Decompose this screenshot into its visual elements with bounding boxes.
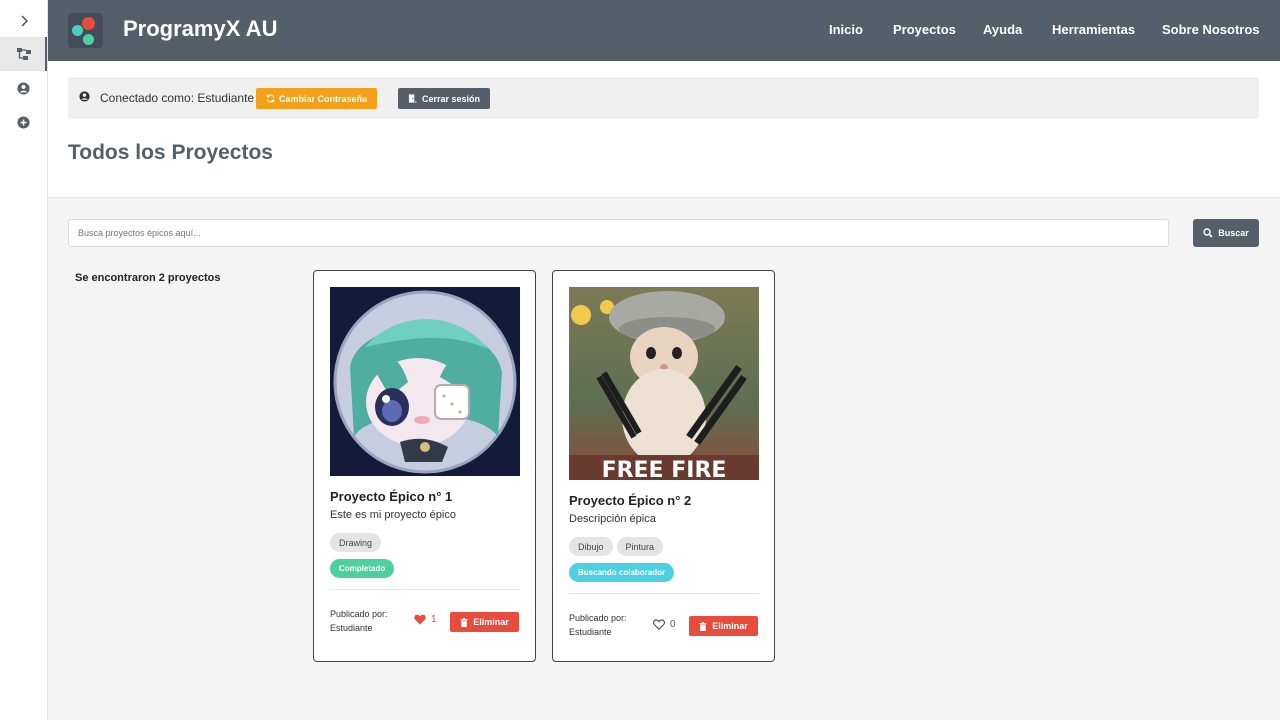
card-divider — [330, 589, 520, 590]
project-tag: Dibujo — [569, 537, 613, 556]
logout-label: Cerrar sesión — [422, 93, 481, 104]
session-status: Conectado como: Estudiante — [100, 91, 255, 105]
project-tags: Drawing — [330, 533, 382, 552]
project-description: Este es mi proyecto épico — [330, 509, 456, 521]
sitemap-icon — [16, 48, 31, 60]
trash-icon — [699, 621, 707, 631]
search-input[interactable] — [68, 219, 1169, 247]
published-label: Publicado por: — [330, 609, 388, 619]
project-card: FREE FIRE Proyecto Épico n° 2 Descripció… — [552, 270, 775, 662]
sidebar-item-profile[interactable] — [0, 71, 47, 105]
card-divider — [569, 593, 759, 594]
results-count: Se encontraron 2 proyectos — [75, 272, 221, 284]
search-icon — [1203, 228, 1213, 238]
like-count: 1 — [431, 614, 437, 625]
trash-icon — [460, 617, 468, 627]
like-count: 0 — [670, 619, 676, 630]
project-author: Publicado por: Estudiante — [569, 611, 627, 639]
session-bar: Conectado como: Estudiante Cambiar Contr… — [68, 77, 1259, 119]
nav-link-ayuda[interactable]: Ayuda — [983, 22, 1022, 37]
door-icon — [408, 94, 417, 103]
project-title[interactable]: Proyecto Épico n° 1 — [330, 489, 452, 504]
project-description: Descripción épica — [569, 513, 656, 525]
nav-link-proyectos[interactable]: Proyectos — [893, 22, 956, 37]
expand-sidebar-button[interactable] — [0, 4, 47, 38]
sidebar-item-add[interactable] — [0, 105, 47, 139]
sync-icon — [266, 94, 275, 103]
published-label: Publicado por: — [569, 613, 627, 623]
status-badge: Buscando colaborador — [569, 563, 675, 582]
logout-button[interactable]: Cerrar sesión — [398, 88, 491, 109]
nav-link-sobre-nosotros[interactable]: Sobre Nosotros — [1162, 22, 1260, 37]
change-password-label: Cambiar Contraseña — [279, 93, 368, 104]
delete-label: Eliminar — [712, 621, 748, 631]
like-button[interactable]: 0 — [653, 619, 676, 630]
project-image-anime[interactable] — [330, 287, 520, 476]
brand-name[interactable]: ProgramyX AU — [123, 16, 277, 42]
search-button-label: Buscar — [1218, 228, 1249, 238]
app-logo[interactable] — [68, 13, 103, 48]
delete-button[interactable]: Eliminar — [450, 612, 519, 632]
chevron-right-icon — [20, 15, 28, 27]
page-title: Todos los Proyectos — [68, 141, 273, 164]
user-circle-icon — [79, 91, 90, 102]
project-title[interactable]: Proyecto Épico n° 2 — [569, 493, 691, 508]
heart-outline-icon — [653, 619, 665, 630]
delete-label: Eliminar — [473, 617, 509, 627]
sidebar-item-projects[interactable] — [0, 37, 47, 71]
logo-dot-red — [82, 17, 95, 30]
plus-circle-icon — [17, 115, 30, 129]
logo-dot-teal — [72, 25, 83, 36]
nav-link-inicio[interactable]: Inicio — [829, 22, 863, 37]
project-card: Proyecto Épico n° 1 Este es mi proyecto … — [313, 270, 536, 662]
author-name: Estudiante — [569, 627, 612, 637]
project-tags: Dibujo Pintura — [569, 537, 664, 556]
left-sidebar — [0, 0, 48, 720]
project-author: Publicado por: Estudiante — [330, 607, 388, 635]
project-tag: Drawing — [330, 533, 382, 552]
top-navbar: ProgramyX AU Inicio Proyectos Ayuda Herr… — [48, 0, 1280, 61]
project-tag: Pintura — [616, 537, 664, 556]
image-caption: FREE FIRE — [602, 458, 727, 480]
change-password-button[interactable]: Cambiar Contraseña — [256, 88, 378, 109]
like-button[interactable]: 1 — [414, 614, 437, 625]
user-circle-icon — [17, 81, 30, 95]
delete-button[interactable]: Eliminar — [689, 616, 758, 636]
heart-filled-icon — [414, 614, 426, 625]
page-header: Conectado como: Estudiante Cambiar Contr… — [48, 61, 1280, 198]
search-button[interactable]: Buscar — [1193, 219, 1259, 247]
author-name: Estudiante — [330, 623, 373, 633]
logo-dot-green — [83, 34, 94, 45]
status-badge: Completado — [330, 559, 395, 578]
nav-link-herramientas[interactable]: Herramientas — [1052, 22, 1135, 37]
project-image-cat[interactable]: FREE FIRE — [569, 287, 759, 480]
